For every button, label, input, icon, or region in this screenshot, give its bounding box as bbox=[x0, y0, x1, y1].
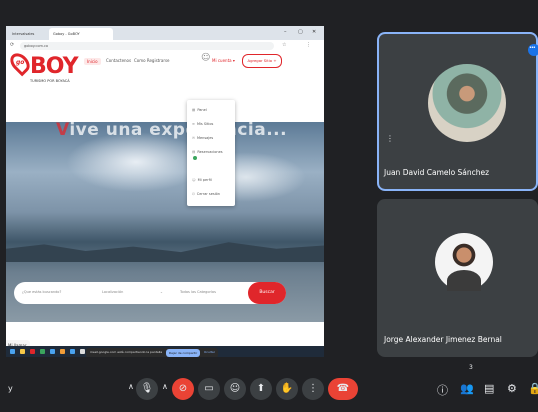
dashboard-icon: ▦ bbox=[192, 108, 196, 112]
reload-icon[interactable]: ⟳ bbox=[10, 42, 14, 48]
message-icon: ✉ bbox=[192, 136, 195, 140]
dropdown-item-mi-perfil[interactable]: ☺ Mi perfil bbox=[192, 178, 212, 182]
shared-screen: Intervalsales Goboy - GoBOY – ▢ ✕ ⟳ gobo… bbox=[6, 26, 324, 357]
bookmark-icon[interactable]: ☆ bbox=[282, 42, 286, 48]
site-tagline: TURISMO POR BOYACÁ bbox=[30, 79, 70, 83]
browser-tab-strip: Intervalsales Goboy - GoBOY – ▢ ✕ bbox=[6, 26, 324, 40]
maximize-icon[interactable]: ▢ bbox=[298, 29, 303, 35]
taskbar-app-icon[interactable] bbox=[70, 349, 75, 354]
minimize-icon[interactable]: – bbox=[284, 29, 287, 35]
info-icon[interactable]: ⓘ bbox=[437, 382, 448, 398]
browser-tab-goboy[interactable]: Goboy - GoBOY bbox=[49, 28, 113, 40]
screen-share-notice: meet.google.com está compartiendo la pan… bbox=[86, 348, 218, 357]
activities-icon[interactable]: ⚙ bbox=[507, 382, 517, 395]
people-count-badge: 3 bbox=[469, 364, 473, 371]
taskbar-app-icon[interactable] bbox=[30, 349, 35, 354]
stop-sharing-button[interactable]: Dejar de compartir bbox=[166, 349, 200, 357]
emoji-icon[interactable]: ☺ bbox=[224, 378, 246, 400]
browser-tab-intervalsales[interactable]: Intervalsales bbox=[8, 28, 50, 40]
close-icon[interactable]: ✕ bbox=[312, 29, 316, 35]
calendar-icon: ▤ bbox=[192, 150, 196, 154]
taskbar-app-icon[interactable] bbox=[20, 349, 25, 354]
raise-hand-icon[interactable]: ✋ bbox=[276, 378, 298, 400]
more-options-icon[interactable]: ⋮ bbox=[386, 134, 394, 143]
logo-go-text: go bbox=[16, 59, 25, 66]
profile-icon: ☺ bbox=[192, 178, 196, 182]
lock-icon[interactable]: 🔒 bbox=[528, 382, 538, 395]
categories-select[interactable]: Todas las Categorías bbox=[180, 290, 216, 294]
participant-name-1: Juan David Camelo Sánchez bbox=[384, 168, 490, 177]
more-vert-icon[interactable]: ⋮ bbox=[302, 378, 324, 400]
dropdown-item-cerrar-sesion[interactable]: ⏻ Cerrar sesión bbox=[192, 192, 220, 196]
participant-video-2-shirt bbox=[447, 270, 481, 291]
phone-hangup-icon[interactable]: ☎ bbox=[328, 378, 358, 400]
location-input[interactable]: Localización bbox=[102, 290, 123, 294]
user-icon[interactable]: ☺ bbox=[201, 53, 210, 65]
nav-contactenos[interactable]: Contactenos bbox=[106, 58, 131, 63]
logout-icon: ⏻ bbox=[192, 192, 195, 196]
dropdown-item-panel[interactable]: ▦ Panel bbox=[192, 108, 207, 112]
chevron-up-icon[interactable]: ∧ bbox=[162, 382, 168, 391]
taskbar-app-icon[interactable] bbox=[60, 349, 65, 354]
chat-icon[interactable]: ▤ bbox=[484, 382, 494, 395]
hero-title: Vive una experiencia... bbox=[56, 120, 288, 140]
dropdown-item-reservaciones[interactable]: ▤ Reservaciones bbox=[192, 150, 223, 154]
nav-como-registrarse[interactable]: Como Registrarse bbox=[134, 58, 170, 63]
site-search-bar: ¿Que estás buscando? Localización ⌄ Toda… bbox=[14, 282, 286, 304]
hide-notice-button[interactable]: Ocultar bbox=[204, 350, 215, 354]
account-dropdown: ▦ Panel ≡ Mis Sitios ✉ Mensajes ▤ Reservacio… bbox=[187, 100, 235, 206]
camera-off-icon[interactable]: ⊘ bbox=[172, 378, 194, 400]
people-icon[interactable]: 👥 bbox=[460, 382, 474, 395]
chevron-up-icon[interactable]: ∧ bbox=[128, 382, 134, 391]
what-search-input[interactable]: ¿Que estás buscando? bbox=[22, 290, 61, 294]
notification-dot-icon bbox=[193, 156, 197, 160]
site-search-button[interactable]: Buscar bbox=[248, 282, 286, 304]
dropdown-item-mis-sitios[interactable]: ≡ Mis Sitios bbox=[192, 122, 213, 126]
microphone-icon[interactable]: 🎙 bbox=[136, 378, 158, 400]
hero-hills bbox=[6, 242, 324, 262]
account-menu-button[interactable]: Mi cuenta ▾ bbox=[212, 58, 235, 63]
url-field[interactable]: goboy.com.co bbox=[20, 42, 274, 50]
captions-icon[interactable]: ▭ bbox=[198, 378, 220, 400]
taskbar-app-icon[interactable] bbox=[50, 349, 55, 354]
taskbar-app-icon[interactable] bbox=[80, 349, 85, 354]
taskbar-app-icon[interactable] bbox=[40, 349, 45, 354]
speaking-indicator-icon bbox=[528, 44, 538, 56]
hero-cloud bbox=[66, 132, 206, 192]
present-icon[interactable]: ⬆ bbox=[250, 378, 272, 400]
participant-name-2: Jorge Alexander Jimenez Bernal bbox=[384, 335, 502, 344]
chevron-down-icon[interactable]: ⌄ bbox=[160, 290, 163, 294]
logo-boy-text[interactable]: BOY bbox=[30, 54, 79, 79]
nav-inicio[interactable]: Inicio bbox=[84, 58, 101, 65]
share-notice-text: meet.google.com está compartiendo la pan… bbox=[90, 350, 163, 354]
browser-menu-icon[interactable]: ⋮ bbox=[306, 42, 311, 48]
start-icon[interactable] bbox=[10, 349, 15, 354]
list-icon: ≡ bbox=[192, 122, 195, 126]
dropdown-item-mensajes[interactable]: ✉ Mensajes bbox=[192, 136, 213, 140]
participant-video-1 bbox=[428, 64, 506, 142]
meet-toolbar: ∧ 🎙 ∧ ⊘ ▭ ☺ ⬆ ✋ ⋮ ☎ ⓘ 👥 ▤ ⚙ 🔒 bbox=[0, 372, 538, 412]
add-site-button[interactable]: Agregar Sitio + bbox=[242, 54, 282, 68]
